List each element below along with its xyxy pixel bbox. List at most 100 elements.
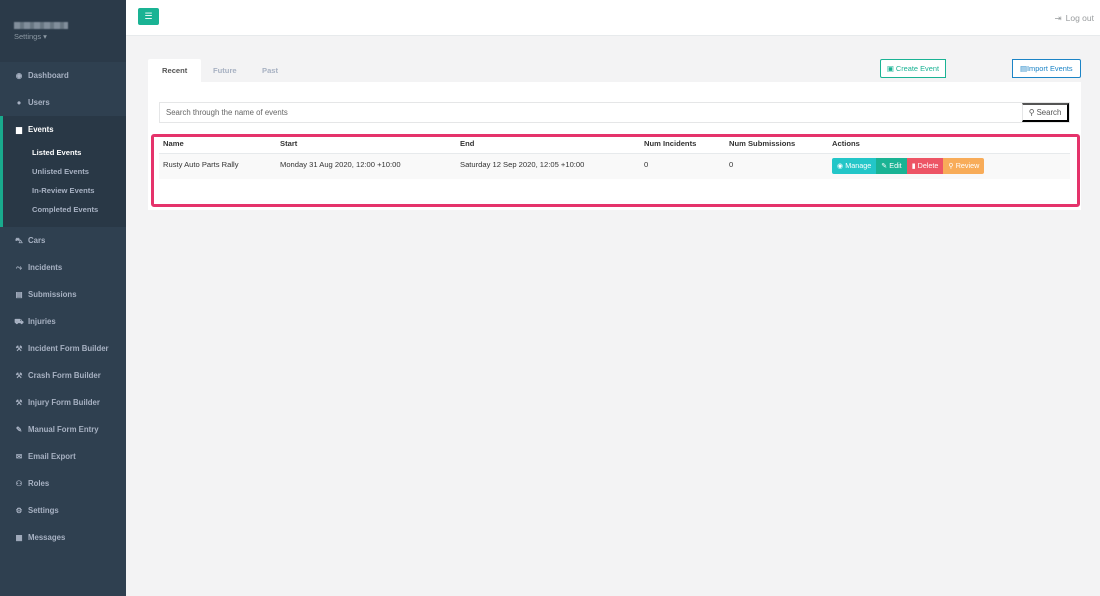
create-event-label: Create Event [895, 64, 939, 73]
column-header-actions: Actions [828, 134, 1070, 154]
sidebar-item-label: Incident Form Builder [28, 344, 109, 353]
wrench-icon: ⚒ [15, 398, 23, 407]
create-event-button[interactable]: ▣ Create Event [879, 59, 946, 78]
column-header-start: Start [276, 134, 456, 154]
table-header-row: Name Start End Num Incidents Num Submiss… [159, 134, 1070, 154]
delete-button[interactable]: ▮ Delete [906, 158, 944, 175]
main-content: Recent Future Past ▣ Create Event ▤Impor… [148, 59, 1081, 210]
sidebar-item-injuries[interactable]: ⛟ Injuries [0, 308, 126, 335]
search-button-label: Search [1036, 108, 1062, 117]
sidebar-item-submissions[interactable]: ▤ Submissions [0, 281, 126, 308]
tabs-row: Recent Future Past ▣ Create Event ▤Impor… [148, 59, 1081, 82]
sidebar-item-cars[interactable]: ⛍ Cars [0, 227, 126, 254]
file-icon: ▤ [15, 290, 23, 299]
column-header-name: Name [159, 134, 276, 154]
users-icon: ● [16, 98, 22, 107]
sidebar-item-label: Injuries [28, 317, 56, 326]
sidebar-item-events[interactable]: ▆ Events [3, 116, 126, 143]
column-header-num-submissions: Num Submissions [725, 134, 828, 154]
logout-link[interactable]: ⇥ Log out [1055, 13, 1095, 24]
edit-label: Edit [889, 161, 902, 171]
actions-button-group: ◉ Manage ✎ Edit ▮ Delete ⚲ Review [832, 158, 1070, 175]
edit-icon: ✎ [15, 425, 23, 434]
calendar-plus-icon: ▣ [886, 64, 896, 73]
sidebar-subitem-in-review-events[interactable]: In-Review Events [3, 181, 126, 200]
search-icon: ⚲ [1028, 108, 1037, 117]
gear-icon: ⚙ [15, 506, 23, 515]
search-input[interactable] [160, 103, 1022, 122]
tab-past[interactable]: Past [248, 59, 292, 82]
sign-out-icon: ⇥ [1054, 13, 1062, 23]
settings-dropdown[interactable]: Settings ▾ [14, 32, 112, 41]
top-bar: ☰ ⇥ Log out [126, 0, 1100, 36]
sidebar-item-label: Email Export [28, 452, 76, 461]
logout-label: Log out [1065, 13, 1094, 23]
hamburger-icon: ☰ [144, 11, 153, 21]
event-name-cell: Rusty Auto Parts Rally [159, 153, 276, 179]
sidebar-item-users[interactable]: ● Users [0, 89, 126, 116]
events-panel: ⚲ Search Name Start End Num Incidents Nu… [148, 82, 1081, 210]
manage-button[interactable]: ◉ Manage [832, 158, 877, 175]
review-button[interactable]: ⚲ Review [943, 158, 985, 175]
magnifier-icon: ⚲ [948, 161, 956, 171]
dashboard-icon: ◉ [15, 71, 23, 80]
menu-toggle-button[interactable]: ☰ [138, 8, 159, 25]
manage-label: Manage [845, 161, 872, 171]
actions-cell: ◉ Manage ✎ Edit ▮ Delete ⚲ Review [828, 153, 1070, 179]
search-button[interactable]: ⚲ Search [1022, 103, 1069, 122]
car-icon: ⛍ [15, 235, 23, 245]
sidebar-item-label: Manual Form Entry [28, 425, 99, 434]
sidebar-subitem-unlisted-events[interactable]: Unlisted Events [3, 162, 126, 181]
sidebar-item-dashboard[interactable]: ◉ Dashboard [0, 62, 126, 89]
sidebar-item-label: Messages [28, 533, 66, 542]
sidebar-events-group: ▆ Events Listed Events Unlisted Events I… [0, 116, 126, 227]
user-role-icon: ⚇ [15, 479, 23, 488]
sidebar-item-label: Submissions [28, 290, 77, 299]
sidebar-item-injury-form-builder[interactable]: ⚒ Injury Form Builder [0, 389, 126, 416]
sidebar: Settings ▾ ◉ Dashboard ● Users ▆ Events … [0, 0, 126, 596]
sidebar-item-manual-form-entry[interactable]: ✎ Manual Form Entry [0, 416, 126, 443]
sidebar-item-label: Roles [28, 479, 50, 488]
sidebar-item-label: Users [28, 98, 50, 107]
sidebar-nav: ◉ Dashboard ● Users ▆ Events Listed Even… [0, 62, 126, 551]
column-header-end: End [456, 134, 640, 154]
column-header-num-incidents: Num Incidents [640, 134, 725, 154]
sidebar-item-incidents[interactable]: ⤳ Incidents [0, 254, 126, 281]
tab-future[interactable]: Future [199, 59, 251, 82]
sidebar-item-email-export[interactable]: ✉ Email Export [0, 443, 126, 470]
edit-button[interactable]: ✎ Edit [876, 158, 907, 175]
sidebar-item-incident-form-builder[interactable]: ⚒ Incident Form Builder [0, 335, 126, 362]
import-events-button[interactable]: ▤Import Events [1012, 59, 1081, 78]
import-events-label: Import Events [1026, 64, 1073, 73]
sidebar-item-messages[interactable]: ▦ Messages [0, 524, 126, 551]
envelope-icon: ✉ [15, 452, 23, 461]
sidebar-item-label: Settings [28, 506, 59, 515]
messages-icon: ▦ [15, 533, 23, 542]
sidebar-item-label: Events [28, 125, 54, 134]
sidebar-item-roles[interactable]: ⚇ Roles [0, 470, 126, 497]
tab-recent[interactable]: Recent [148, 59, 202, 82]
sidebar-subitem-listed-events[interactable]: Listed Events [3, 143, 126, 162]
num-submissions-cell: 0 [725, 153, 828, 179]
event-start-cell: Monday 31 Aug 2020, 12:00 +10:00 [276, 153, 456, 179]
file-import-icon: ▤ [1020, 64, 1027, 73]
sidebar-item-settings[interactable]: ⚙ Settings [0, 497, 126, 524]
crash-icon: ⤳ [16, 262, 22, 272]
blurred-username [14, 22, 68, 29]
sidebar-item-label: Dashboard [28, 71, 69, 80]
event-end-cell: Saturday 12 Sep 2020, 12:05 +10:00 [456, 153, 640, 179]
sidebar-item-label: Cars [28, 236, 46, 245]
wrench-icon: ⚒ [15, 344, 23, 353]
delete-label: Delete [917, 161, 939, 171]
sidebar-item-label: Incidents [28, 263, 63, 272]
sidebar-item-label: Injury Form Builder [28, 398, 100, 407]
review-label: Review [955, 161, 980, 171]
events-table: Name Start End Num Incidents Num Submiss… [159, 134, 1070, 179]
search-bar: ⚲ Search [159, 102, 1070, 123]
num-incidents-cell: 0 [640, 153, 725, 179]
sidebar-item-crash-form-builder[interactable]: ⚒ Crash Form Builder [0, 362, 126, 389]
table-row: Rusty Auto Parts Rally Monday 31 Aug 202… [159, 153, 1070, 179]
sidebar-subitem-completed-events[interactable]: Completed Events [3, 200, 126, 219]
profile-area: Settings ▾ [0, 0, 126, 62]
sidebar-item-label: Crash Form Builder [28, 371, 101, 380]
